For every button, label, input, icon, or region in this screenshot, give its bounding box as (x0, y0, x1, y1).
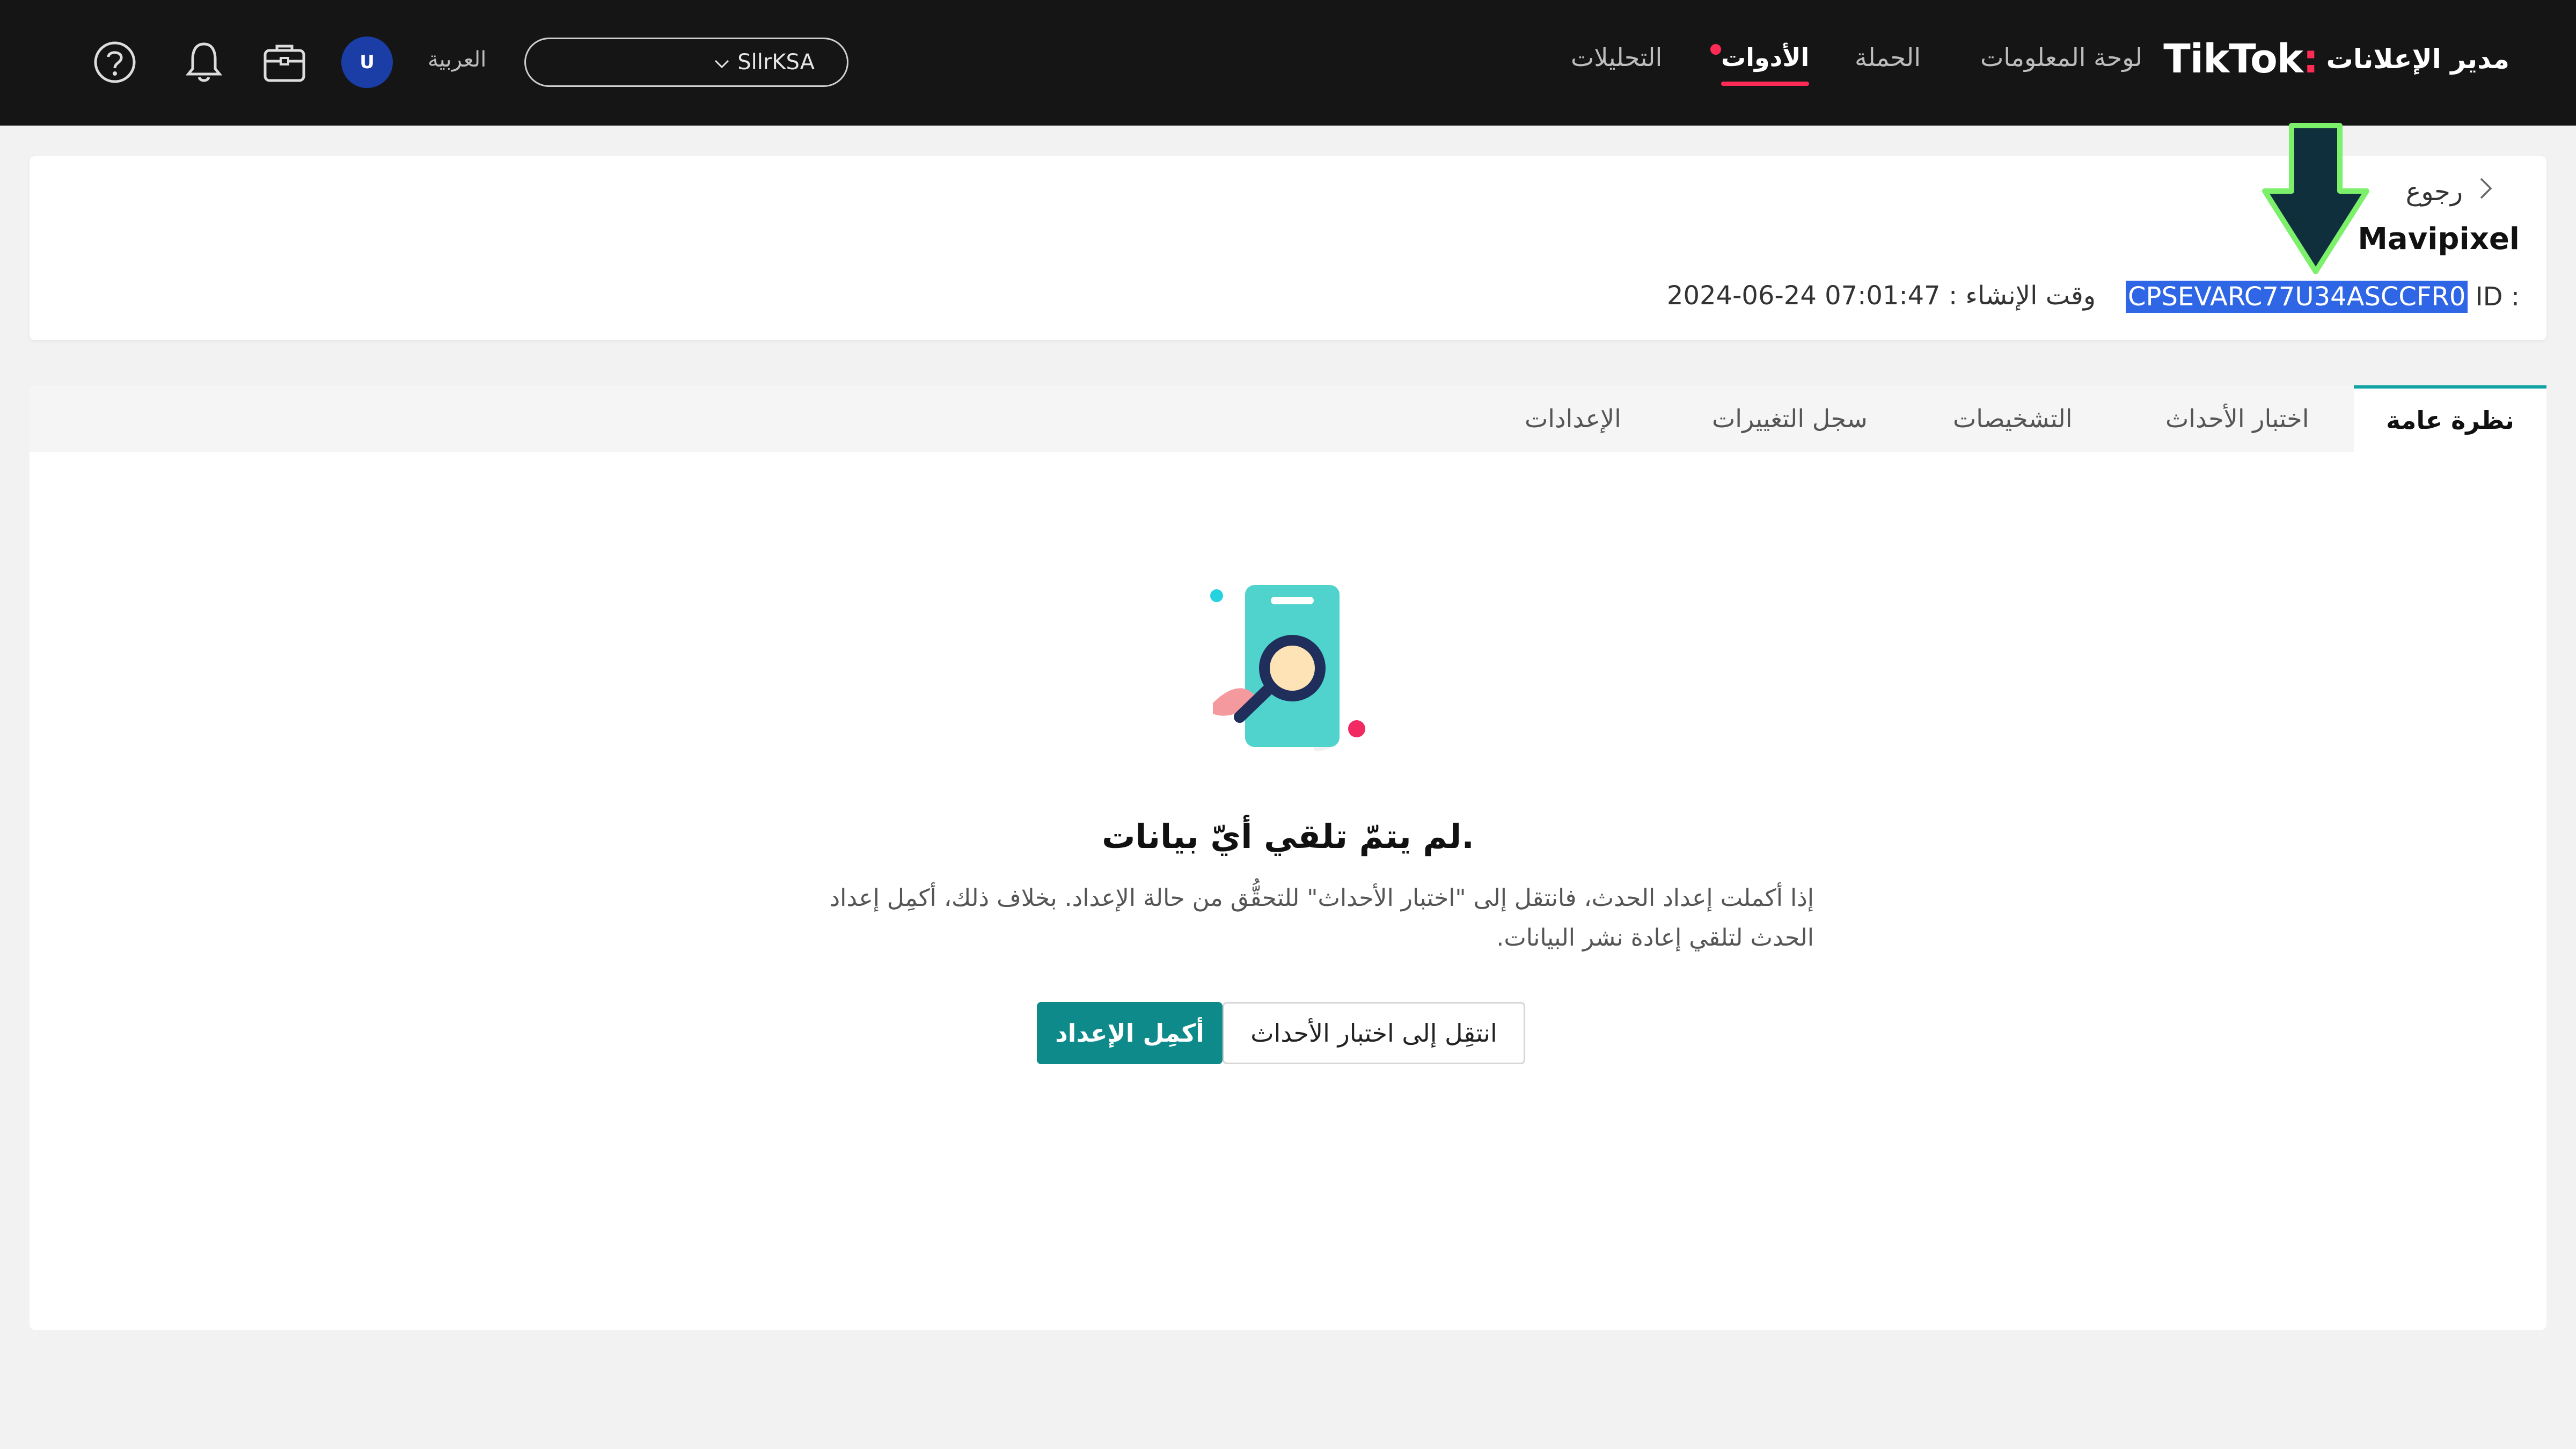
nav-active-underline (1721, 82, 1810, 86)
briefcase-icon[interactable] (258, 35, 311, 89)
pixel-name: Mavipixel (2358, 222, 2520, 257)
brand-subtitle: مدير الإعلانات (2326, 43, 2509, 75)
go-to-test-events-button[interactable]: انتقِل إلى اختبار الأحداث (1223, 1002, 1525, 1064)
account-selector[interactable]: SllrKSA (524, 38, 848, 87)
brand-name: TikTok (2163, 36, 2303, 82)
tab-settings[interactable]: الإعدادات (1525, 385, 1621, 452)
pixel-id-row: CPSEVARC77U34ASCCFR0 ID : (2125, 281, 2520, 313)
created-time: وقت الإنشاء : 2024-06-24 07:01:47 (1667, 281, 2096, 311)
created-label: وقت الإنشاء : (1948, 281, 2096, 311)
pixel-header-card: رجوع Mavipixel CPSEVARC77U34ASCCFR0 ID :… (30, 156, 2546, 340)
back-link[interactable]: رجوع (2406, 177, 2493, 207)
pixel-id-label: ID : (2475, 282, 2520, 312)
complete-setup-button[interactable]: أكمِل الإعداد (1037, 1002, 1223, 1064)
nav-campaign[interactable]: الحملة (1855, 43, 1921, 72)
tab-change-log[interactable]: سجل التغييرات (1712, 385, 1868, 452)
annotation-arrow-icon (2262, 123, 2369, 274)
back-label: رجوع (2405, 177, 2463, 207)
tab-diagnostics[interactable]: التشخيصات (1953, 385, 2073, 452)
brand-colon: : (2303, 36, 2319, 82)
bell-icon[interactable] (177, 35, 231, 89)
empty-state-illustration (1210, 585, 1365, 751)
empty-state-description: إذا أكملت إعداد الحدث، فانتقل إلى "اختبا… (829, 884, 1814, 952)
language-switcher[interactable]: العربية (428, 47, 486, 72)
chevron-down-icon (714, 50, 730, 75)
empty-state-title: لم يتمّ تلقي أيّ بيانات. (1102, 817, 1474, 856)
notification-dot (1710, 44, 1721, 55)
account-name: SllrKSA (737, 50, 815, 75)
help-icon[interactable] (88, 35, 142, 89)
created-value: 2024-06-24 07:01:47 (1666, 281, 1941, 311)
nav-tools[interactable]: الأدوات (1710, 43, 1810, 86)
chevron-right-icon (2479, 177, 2493, 207)
top-bar: TikTok : مدير الإعلانات لوحة المعلومات ا… (0, 0, 2576, 126)
pixel-id-value[interactable]: CPSEVARC77U34ASCCFR0 (2125, 281, 2468, 313)
nav-dashboard[interactable]: لوحة المعلومات (1980, 43, 2142, 72)
nav-tools-label: الأدوات (1721, 43, 1810, 72)
nav-analytics[interactable]: التحليلات (1571, 43, 1662, 72)
tab-overview[interactable]: نظرة عامة (2354, 385, 2546, 452)
main-card: نظرة عامة اختبار الأحداث التشخيصات سجل ا… (30, 385, 2546, 1330)
tab-test-events[interactable]: اختبار الأحداث (2165, 385, 2309, 452)
brand-logo[interactable]: TikTok : مدير الإعلانات (2163, 32, 2509, 86)
tab-bar: نظرة عامة اختبار الأحداث التشخيصات سجل ا… (30, 385, 2546, 452)
avatar[interactable]: U (341, 36, 393, 88)
